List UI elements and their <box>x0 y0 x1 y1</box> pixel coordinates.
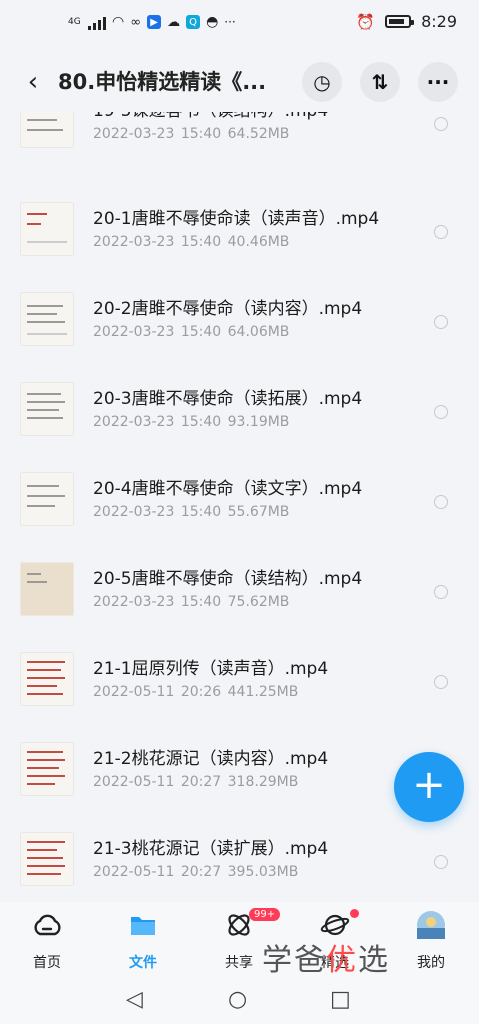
file-name: 20-1唐雎不辱使命读（读声音）.mp4 <box>93 209 380 229</box>
discover-notification-dot <box>350 909 359 918</box>
system-nav-bar: ◁ ○ □ <box>0 977 479 1024</box>
select-checkbox[interactable] <box>434 855 448 869</box>
battery-icon <box>385 15 415 28</box>
file-row[interactable]: 21-3桃花源记（读扩展）.mp4 2022-05-11 20:27 395.0… <box>0 820 479 902</box>
video-thumbnail <box>20 292 74 346</box>
file-row[interactable]: 20-3唐雎不辱使命（读拓展）.mp4 2022-03-23 15:40 93.… <box>0 370 479 460</box>
header: ‹ 80.申怡精选精读《... ◷ ⇅ ··· <box>0 52 479 112</box>
cloud-app-icon: ☁ <box>167 14 181 30</box>
video-thumbnail <box>20 742 74 796</box>
nav-mine[interactable]: 我的 <box>396 910 466 975</box>
sort-icon[interactable]: ⇅ <box>360 62 400 102</box>
file-name: 19-5课逐客书（读结构）.mp4 <box>93 112 328 121</box>
select-checkbox[interactable] <box>434 495 448 509</box>
cloud-home-icon <box>32 910 62 940</box>
signal-icon <box>88 14 106 30</box>
video-thumbnail <box>20 562 74 616</box>
back-triangle-icon[interactable]: ◁ <box>126 987 143 1012</box>
file-name: 20-5唐雎不辱使命（读结构）.mp4 <box>93 569 363 589</box>
bottom-nav: 首页 文件 共享 99+ 精选 我的 <box>0 902 479 977</box>
file-meta: 2022-03-23 15:40 64.52MB <box>93 126 290 142</box>
file-name: 21-3桃花源记（读扩展）.mp4 <box>93 839 329 859</box>
file-row[interactable]: 20-5唐雎不辱使命（读结构）.mp4 2022-03-23 15:40 75.… <box>0 550 479 640</box>
app-notification-icon: ▶ <box>147 15 162 29</box>
video-thumbnail <box>20 382 74 436</box>
back-arrow-icon[interactable]: ‹ <box>18 64 48 100</box>
file-meta: 2022-03-23 15:40 40.46MB <box>93 234 290 250</box>
select-checkbox[interactable] <box>434 405 448 419</box>
file-name: 21-1屈原列传（读声音）.mp4 <box>93 659 329 679</box>
file-meta: 2022-05-11 20:27 395.03MB <box>93 864 299 880</box>
status-right: ⏰ 8:29 <box>356 12 457 31</box>
plus-icon: + <box>412 762 446 808</box>
video-thumbnail <box>20 652 74 706</box>
more-notifications-icon: ··· <box>224 15 236 29</box>
select-checkbox[interactable] <box>434 585 448 599</box>
avatar <box>416 910 446 940</box>
alarm-icon: ⏰ <box>356 12 376 31</box>
select-checkbox[interactable] <box>434 117 448 131</box>
select-checkbox[interactable] <box>434 675 448 689</box>
file-meta: 2022-03-23 15:40 93.19MB <box>93 414 290 430</box>
wifi-icon: ◠ <box>112 14 125 30</box>
watermark: 学爸优选 <box>262 943 390 978</box>
file-row[interactable]: 20-4唐雎不辱使命（读文字）.mp4 2022-03-23 15:40 55.… <box>0 460 479 550</box>
network-type: 4G <box>68 16 81 27</box>
search-app-icon: Q <box>186 15 201 29</box>
wechat-icon: ◓ <box>206 14 219 30</box>
history-icon[interactable]: ◷ <box>302 62 342 102</box>
recents-square-icon[interactable]: □ <box>330 987 351 1012</box>
add-button[interactable]: + <box>394 752 464 822</box>
nav-home-label: 首页 <box>33 955 61 971</box>
status-time: 8:29 <box>421 12 457 31</box>
file-row[interactable]: 19-5课逐客书（读结构）.mp4 2022-03-23 15:40 64.52… <box>0 112 479 172</box>
file-name: 20-4唐雎不辱使命（读文字）.mp4 <box>93 479 363 499</box>
file-meta: 2022-03-23 15:40 75.62MB <box>93 594 290 610</box>
file-name: 21-2桃花源记（读内容）.mp4 <box>93 749 329 769</box>
folder-icon <box>128 910 158 940</box>
file-row[interactable]: 20-2唐雎不辱使命（读内容）.mp4 2022-03-23 15:40 64.… <box>0 280 479 370</box>
file-meta: 2022-05-11 20:27 318.29MB <box>93 774 299 790</box>
select-checkbox[interactable] <box>434 315 448 329</box>
page-title: 80.申怡精选精读《... <box>58 70 267 94</box>
file-meta: 2022-03-23 15:40 55.67MB <box>93 504 290 520</box>
status-bar: 4G ◠ ∞ ▶ ☁ Q ◓ ··· ⏰ 8:29 <box>0 0 479 50</box>
video-thumbnail <box>20 202 74 256</box>
file-meta: 2022-05-11 20:26 441.25MB <box>93 684 299 700</box>
video-thumbnail <box>20 472 74 526</box>
video-thumbnail <box>20 112 74 148</box>
nav-home[interactable]: 首页 <box>12 910 82 975</box>
nav-files-label: 文件 <box>129 955 157 971</box>
file-row[interactable]: 20-1唐雎不辱使命读（读声音）.mp4 2022-03-23 15:40 40… <box>0 190 479 280</box>
status-icons: 4G ◠ ∞ ▶ ☁ Q ◓ ··· <box>68 14 236 30</box>
video-thumbnail <box>20 832 74 886</box>
file-row[interactable]: 21-1屈原列传（读声音）.mp4 2022-05-11 20:26 441.2… <box>0 640 479 730</box>
file-name: 20-3唐雎不辱使命（读拓展）.mp4 <box>93 389 363 409</box>
more-options-icon[interactable]: ··· <box>418 62 458 102</box>
nav-files[interactable]: 文件 <box>108 910 178 975</box>
file-name: 20-2唐雎不辱使命（读内容）.mp4 <box>93 299 363 319</box>
link-app-icon: ∞ <box>130 14 142 30</box>
home-circle-icon[interactable]: ○ <box>228 987 247 1012</box>
nav-mine-label: 我的 <box>417 955 445 971</box>
select-checkbox[interactable] <box>434 225 448 239</box>
file-meta: 2022-03-23 15:40 64.06MB <box>93 324 290 340</box>
share-badge: 99+ <box>249 908 281 921</box>
